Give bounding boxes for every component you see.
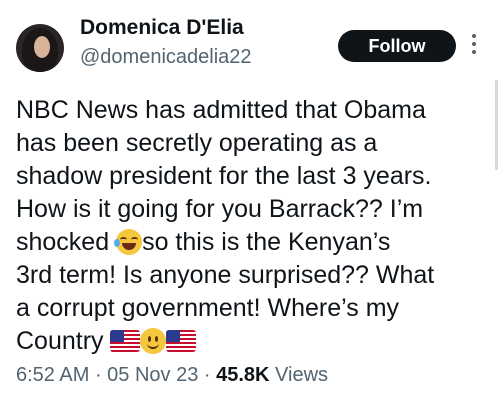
us-flag-icon	[166, 330, 197, 352]
tweet-card: Domenica D'Elia @domenicadelia22 Follow …	[0, 0, 500, 403]
scrollbar[interactable]	[495, 80, 498, 170]
tweet-line: a corrupt government! Where’s my	[16, 294, 400, 322]
tweet-date[interactable]: 05 Nov 23	[107, 364, 198, 386]
tweet-fragment: so this is the Kenyan’s	[142, 228, 391, 256]
avatar-face	[34, 36, 50, 58]
slightly-smiling-face-icon	[140, 328, 167, 354]
tweet-line: shadow president for the last 3 years.	[16, 162, 432, 190]
avatar[interactable]	[16, 24, 64, 72]
tweet-line: 3rd term! Is anyone surprised?? What	[16, 261, 435, 289]
tweet-line: NBC News has admitted that Obama	[16, 96, 426, 124]
tweet-line: How is it going for you Barrack?? I’m	[16, 195, 424, 223]
tweet-line: shocked so this is the Kenyan’s	[16, 226, 484, 259]
meta-separator: ·	[198, 364, 217, 386]
more-options-icon[interactable]	[470, 34, 478, 58]
face-with-tears-of-joy-icon	[114, 229, 143, 255]
tweet-line: has been secretly operating as a	[16, 129, 378, 157]
tweet-fragment: Country	[16, 327, 111, 355]
views-label: Views	[269, 364, 329, 386]
tweet-text: NBC News has admitted that Obama has bee…	[16, 94, 484, 358]
author-name[interactable]: Domenica D'Elia	[80, 16, 244, 40]
views-count[interactable]: 45.8K	[216, 364, 269, 386]
meta-separator: ·	[89, 364, 108, 386]
tweet-line: Country	[16, 325, 484, 358]
us-flag-icon	[110, 330, 141, 352]
tweet-meta: 6:52 AM · 05 Nov 23 · 45.8K Views	[16, 364, 328, 387]
author-handle[interactable]: @domenicadelia22	[80, 46, 252, 69]
tweet-fragment: shocked	[16, 228, 117, 256]
tweet-time[interactable]: 6:52 AM	[16, 364, 89, 386]
follow-button[interactable]: Follow	[338, 30, 456, 62]
